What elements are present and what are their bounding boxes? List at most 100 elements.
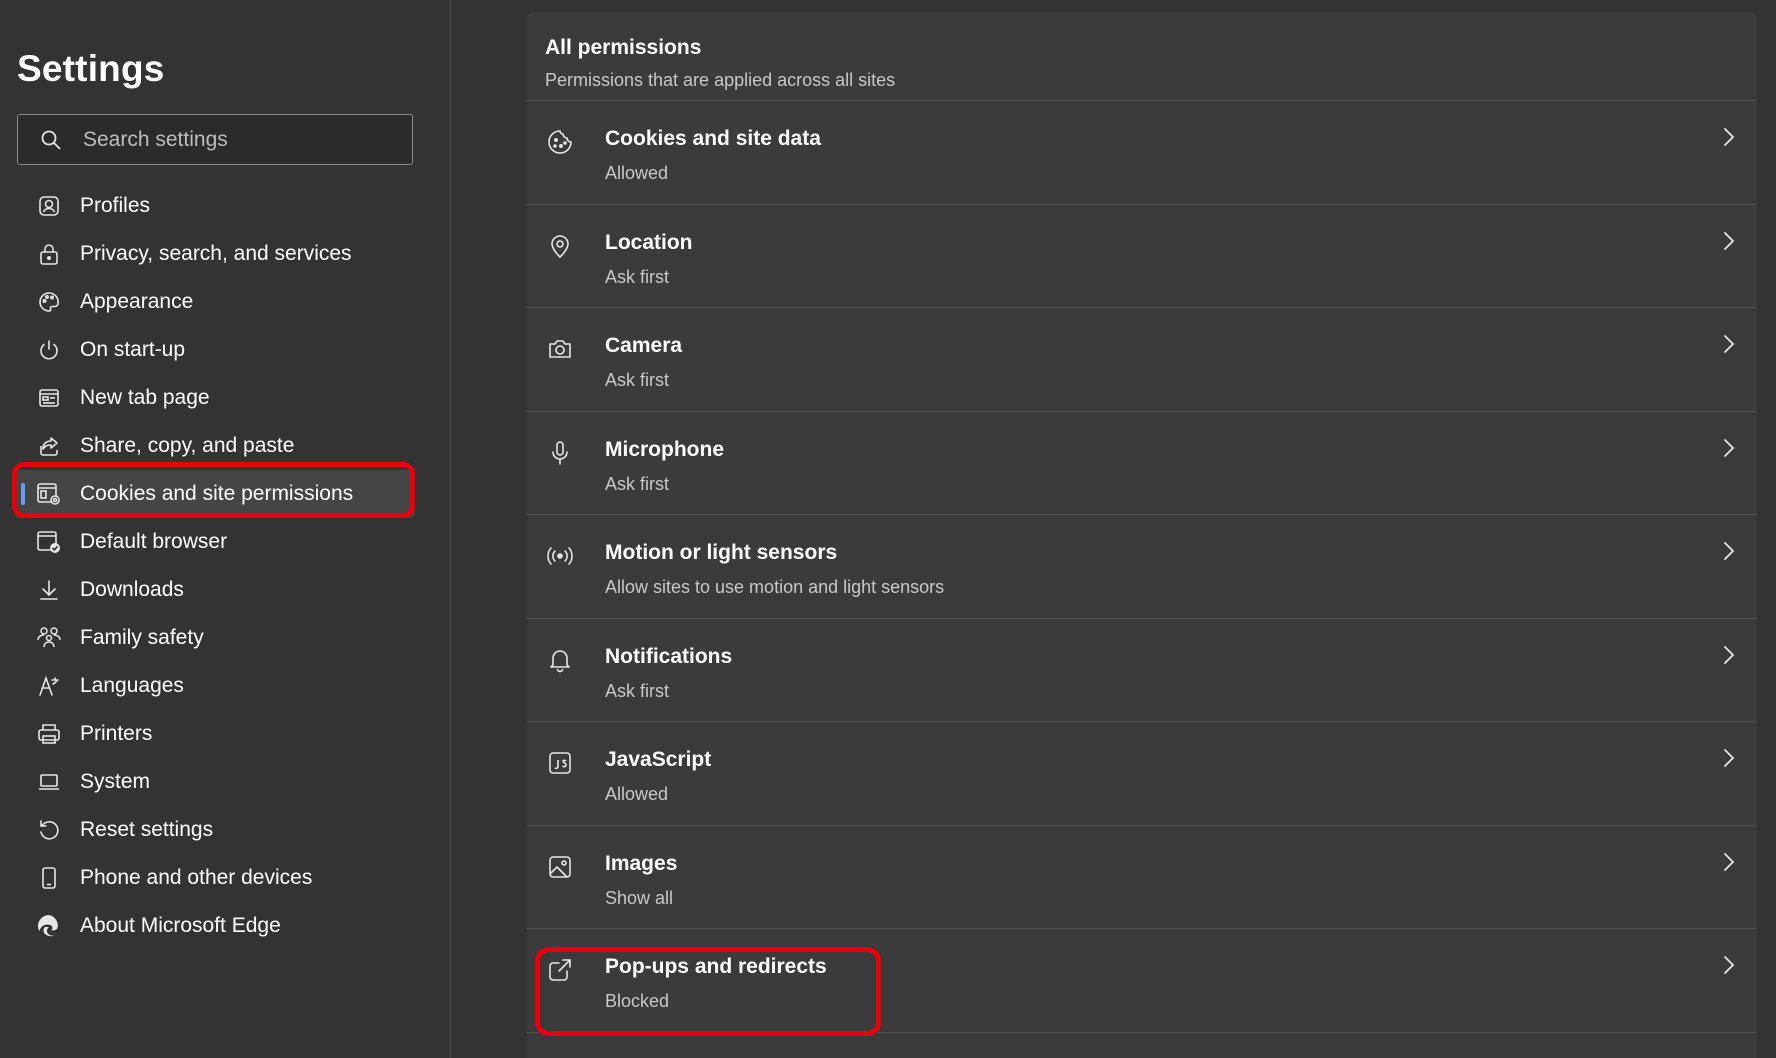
microphone-icon xyxy=(545,438,575,468)
sidebar-item-label: System xyxy=(80,770,151,793)
languages-icon xyxy=(35,672,63,700)
phone-icon xyxy=(35,864,63,892)
sidebar-item-printers[interactable]: Printers xyxy=(15,710,415,758)
sidebar-item-label: About Microsoft Edge xyxy=(80,914,281,937)
permission-name: Motion or light sensors xyxy=(605,541,838,564)
palette-icon xyxy=(35,288,63,316)
chevron-right-icon xyxy=(1719,746,1739,770)
sidebar-item-default-browser[interactable]: Default browser xyxy=(15,518,415,566)
sidebar-item-label: Phone and other devices xyxy=(80,866,313,889)
permission-status: Allowed xyxy=(605,163,669,183)
sidebar-item-appearance[interactable]: Appearance xyxy=(15,278,415,326)
popup-icon xyxy=(545,955,575,985)
image-icon xyxy=(545,852,575,882)
permission-status: Show all xyxy=(605,887,674,908)
permission-row-cookies[interactable]: Cookies and site data Allowed xyxy=(527,101,1757,205)
sidebar-item-cookies-permissions[interactable]: Cookies and site permissions xyxy=(15,470,415,518)
default-browser-icon xyxy=(35,528,63,556)
location-icon xyxy=(545,231,575,261)
permission-name: Pop-ups and redirects xyxy=(605,955,827,978)
sidebar-item-label: Downloads xyxy=(80,578,184,601)
printer-icon xyxy=(35,720,63,748)
sidebar-item-phone[interactable]: Phone and other devices xyxy=(15,854,415,902)
sidebar: Settings Profiles Privacy, search, and s… xyxy=(0,0,451,1058)
sidebar-item-label: Appearance xyxy=(80,290,194,313)
edge-logo-icon xyxy=(35,912,63,940)
section-subtitle: Permissions that are applied across all … xyxy=(545,70,896,90)
sidebar-item-about[interactable]: About Microsoft Edge xyxy=(15,902,415,950)
page-title: Settings xyxy=(17,48,165,89)
permission-row-camera[interactable]: Camera Ask first xyxy=(527,308,1757,412)
laptop-icon xyxy=(35,768,63,796)
lock-icon xyxy=(35,240,63,268)
chevron-right-icon xyxy=(1719,436,1739,460)
section-header: All permissions Permissions that are app… xyxy=(527,12,1757,101)
chevron-right-icon xyxy=(1719,850,1739,874)
sidebar-item-label: Languages xyxy=(80,674,184,697)
permission-name: Cookies and site data xyxy=(605,127,821,150)
sidebar-item-languages[interactable]: Languages xyxy=(15,662,415,710)
permission-name: JavaScript xyxy=(605,748,712,771)
permission-row-javascript[interactable]: JavaScript Allowed xyxy=(527,722,1757,826)
chevron-right-icon xyxy=(1719,643,1739,667)
download-icon xyxy=(35,576,63,604)
sidebar-item-label: Family safety xyxy=(80,626,204,649)
sidebar-item-share[interactable]: Share, copy, and paste xyxy=(15,422,415,470)
search-input[interactable] xyxy=(81,126,385,153)
sidebar-item-downloads[interactable]: Downloads xyxy=(15,566,415,614)
permission-status: Allow sites to use motion and light sens… xyxy=(605,577,945,597)
permission-name: Images xyxy=(605,851,678,875)
family-icon xyxy=(35,624,63,652)
sidebar-item-label: Share, copy, and paste xyxy=(80,434,295,457)
sidebar-item-label: On start-up xyxy=(80,338,186,361)
power-icon xyxy=(35,336,63,364)
reset-icon xyxy=(35,816,63,844)
permission-name: Camera xyxy=(605,334,683,357)
sidebar-item-label: Printers xyxy=(80,722,153,745)
javascript-icon xyxy=(545,748,575,778)
permission-name: Location xyxy=(605,230,693,254)
sidebar-item-label: New tab page xyxy=(80,386,210,409)
sidebar-item-label: Cookies and site permissions xyxy=(80,482,354,505)
permission-row-motion-sensors[interactable]: Motion or light sensors Allow sites to u… xyxy=(527,515,1757,619)
sidebar-item-startup[interactable]: On start-up xyxy=(15,326,415,374)
permission-status: Ask first xyxy=(605,266,670,287)
chevron-right-icon xyxy=(1719,539,1739,563)
chevron-right-icon xyxy=(1719,332,1739,356)
permission-row-popups[interactable]: Pop-ups and redirects Blocked xyxy=(527,929,1757,1033)
bell-icon xyxy=(545,645,575,675)
sidebar-item-new-tab[interactable]: New tab page xyxy=(15,374,415,422)
sidebar-item-reset[interactable]: Reset settings xyxy=(15,806,415,854)
camera-icon xyxy=(545,334,575,364)
share-icon xyxy=(35,432,63,460)
permission-status: Blocked xyxy=(605,991,670,1011)
permissions-panel: All permissions Permissions that are app… xyxy=(527,12,1757,1058)
sidebar-item-system[interactable]: System xyxy=(15,758,415,806)
permission-row-microphone[interactable]: Microphone Ask first xyxy=(527,412,1757,515)
section-title: All permissions xyxy=(545,36,702,59)
permission-row-images[interactable]: Images Show all xyxy=(527,826,1757,929)
sidebar-item-label: Default browser xyxy=(80,530,228,553)
sidebar-item-label: Reset settings xyxy=(80,818,214,841)
permission-row-notifications[interactable]: Notifications Ask first xyxy=(527,619,1757,722)
permission-status: Ask first xyxy=(605,473,670,494)
search-icon xyxy=(39,128,63,152)
sidebar-item-privacy[interactable]: Privacy, search, and services xyxy=(15,230,415,278)
site-permissions-icon xyxy=(35,480,63,508)
chevron-right-icon xyxy=(1719,953,1739,977)
chevron-right-icon xyxy=(1719,125,1739,149)
cookie-icon xyxy=(545,127,575,157)
settings-window: Settings Profiles Privacy, search, and s… xyxy=(0,0,1776,1058)
sidebar-item-profiles[interactable]: Profiles xyxy=(15,182,415,230)
permission-status: Ask first xyxy=(605,680,670,701)
profile-icon xyxy=(35,192,63,220)
sidebar-nav: Profiles Privacy, search, and services A… xyxy=(15,182,415,950)
permission-name: Microphone xyxy=(605,437,724,461)
sidebar-item-label: Privacy, search, and services xyxy=(80,242,352,265)
permission-row-location[interactable]: Location Ask first xyxy=(527,205,1757,308)
sensor-icon xyxy=(545,541,575,571)
sidebar-item-family-safety[interactable]: Family safety xyxy=(15,614,415,662)
permission-name: Notifications xyxy=(605,644,733,668)
sidebar-item-label: Profiles xyxy=(80,194,151,217)
search-box[interactable] xyxy=(17,114,413,165)
